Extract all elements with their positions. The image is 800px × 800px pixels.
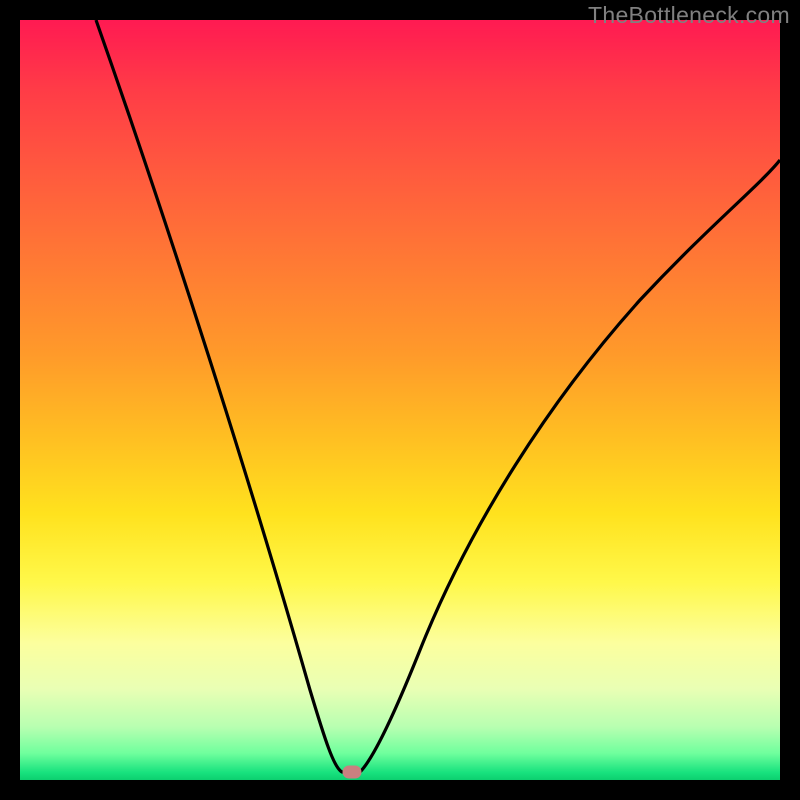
plot-area [20,20,780,780]
bottleneck-curve [96,20,780,772]
curve-svg [20,20,780,780]
optimal-marker [343,766,362,779]
watermark-text: TheBottleneck.com [588,2,790,29]
chart-frame: TheBottleneck.com [0,0,800,800]
